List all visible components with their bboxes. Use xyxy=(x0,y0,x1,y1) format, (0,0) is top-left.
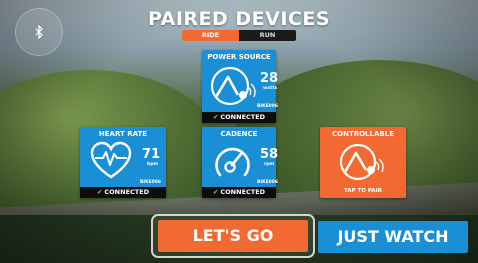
lets-go-button-frame[interactable]: LET'S GO xyxy=(151,214,315,258)
heart-rate-value: 71 xyxy=(142,147,161,162)
sport-toggle[interactable]: RIDE RUN xyxy=(182,30,296,41)
card-title: CADENCE xyxy=(220,130,258,138)
heart-rate-device-name: BIKE006 xyxy=(140,180,162,185)
power-gauge-icon xyxy=(210,66,256,106)
page-title: PAIRED DEVICES xyxy=(147,8,331,30)
toggle-run[interactable]: RUN xyxy=(239,30,296,41)
card-title: CONTROLLABLE xyxy=(332,130,394,138)
controllable-card[interactable]: CONTROLLABLE TAP TO PAIR xyxy=(320,127,406,198)
check-icon: ✔ xyxy=(212,188,219,196)
heart-rate-card[interactable]: HEART RATE 71 bpm BIKE006 ✔ CONNECTED xyxy=(80,127,166,198)
check-icon: ✔ xyxy=(96,188,103,196)
toggle-ride[interactable]: RIDE xyxy=(182,30,239,41)
cadence-dial-icon xyxy=(215,147,250,177)
card-title: HEART RATE xyxy=(98,130,148,138)
power-unit: watts xyxy=(263,86,278,91)
heart-pulse-icon xyxy=(90,141,132,179)
card-title: POWER SOURCE xyxy=(207,53,271,61)
cadence-unit: rpm xyxy=(264,162,275,167)
controllable-trainer-icon xyxy=(339,143,384,181)
heart-rate-status: ✔ CONNECTED xyxy=(80,187,166,198)
cadence-device-name: BIKE006 xyxy=(257,180,279,185)
lets-go-button[interactable]: LET'S GO xyxy=(158,220,308,252)
just-watch-button[interactable]: JUST WATCH xyxy=(318,221,468,253)
power-status: ✔ CONNECTED xyxy=(202,112,276,123)
cadence-card[interactable]: CADENCE 58 rpm BIKE006 ✔ CONNECTED xyxy=(202,127,279,198)
cadence-status: ✔ CONNECTED xyxy=(202,187,276,198)
heart-rate-unit: bpm xyxy=(147,162,159,167)
power-device-name: BIKE006 xyxy=(257,104,279,109)
check-icon: ✔ xyxy=(212,113,219,121)
tap-to-pair-label: TAP TO PAIR xyxy=(344,188,382,194)
cadence-value: 58 xyxy=(260,147,279,162)
power-source-card[interactable]: POWER SOURCE 28 watts BIKE006 ✔ CONNECTED xyxy=(202,50,279,123)
power-value: 28 xyxy=(260,71,279,86)
